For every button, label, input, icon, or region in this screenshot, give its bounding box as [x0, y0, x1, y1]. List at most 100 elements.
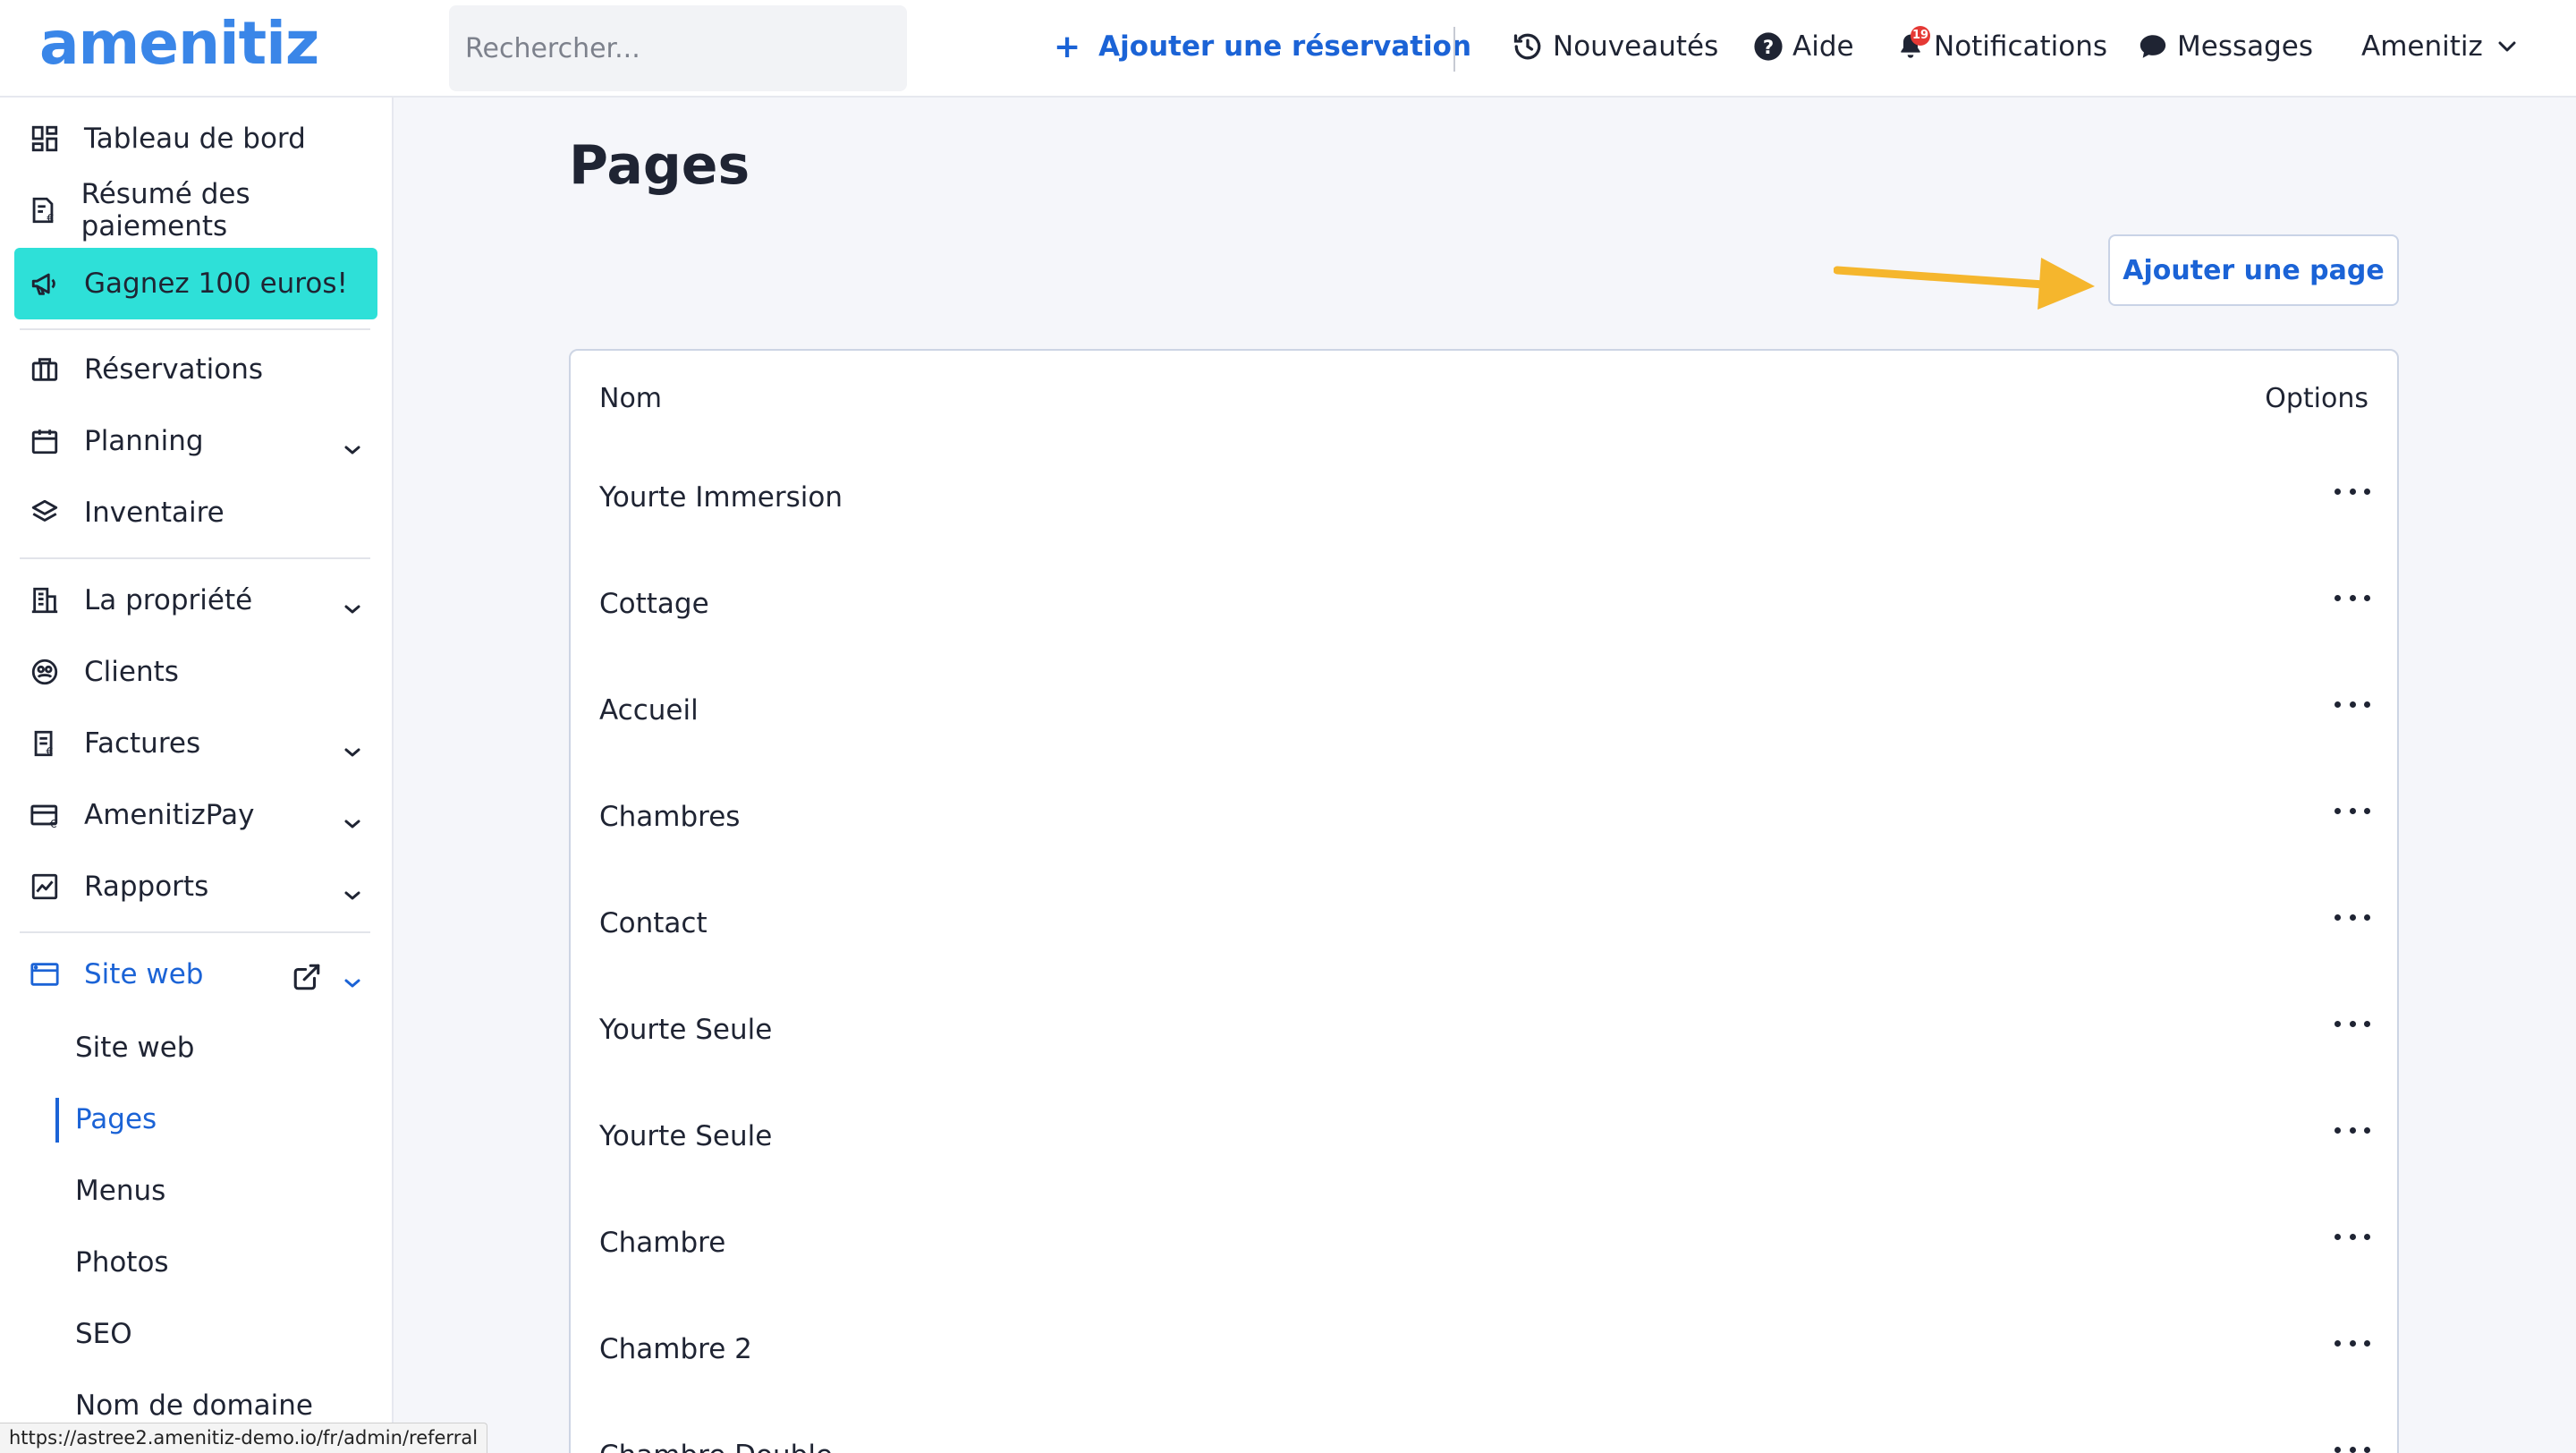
table-row[interactable]: Chambres [571, 769, 2397, 875]
svg-text:€: € [46, 745, 53, 759]
page-name: Chambre 2 [599, 1333, 752, 1365]
messages-link[interactable]: Messages [2138, 0, 2313, 93]
header-divider [1453, 27, 1455, 72]
svg-text:€: € [47, 212, 55, 225]
bell-icon: 19 [1896, 26, 1930, 62]
chevron-down-icon [343, 876, 361, 908]
sidebar-item-inventory[interactable]: Inventaire [14, 477, 377, 548]
active-indicator [55, 1098, 59, 1143]
layers-icon [27, 495, 63, 531]
more-options-icon[interactable] [2334, 1223, 2370, 1250]
history-icon [1512, 30, 1544, 63]
browser-icon [27, 956, 63, 992]
sidebar-item-reservations[interactable]: Réservations [14, 334, 377, 405]
amenitiz-logo[interactable]: amenitiz [39, 9, 319, 78]
more-options-icon[interactable] [2334, 797, 2370, 824]
sidebar-item-label: Clients [84, 656, 179, 688]
top-header: amenitiz + Ajouter une réservation Nouve… [0, 0, 2576, 98]
sidebar-item-label: Tableau de bord [84, 123, 306, 155]
add-reservation-label: Ajouter une réservation [1098, 30, 1472, 63]
help-icon: ? [1753, 31, 1784, 62]
sidebar-item-label: Planning [84, 425, 204, 457]
sidebar-item-invoices[interactable]: € Factures [14, 708, 377, 779]
table-row[interactable]: Chambre 2 [571, 1301, 2397, 1407]
aide-link[interactable]: ? Aide [1753, 0, 1854, 93]
page-name: Contact [599, 907, 708, 939]
sidebar-item-planning[interactable]: Planning [14, 405, 377, 477]
page-name: Cottage [599, 588, 709, 620]
more-options-icon[interactable] [2334, 1117, 2370, 1143]
sub-item-seo[interactable]: SEO [75, 1303, 132, 1365]
sidebar-item-referral-promo[interactable]: Gagnez 100 euros! [14, 248, 377, 319]
annotation-arrow [1834, 258, 2095, 310]
external-link-icon[interactable] [292, 962, 322, 996]
notifications-label: Notifications [1934, 30, 2108, 63]
table-row[interactable]: Chambre Double [571, 1407, 2397, 1453]
table-row[interactable]: Chambre [571, 1194, 2397, 1301]
table-row[interactable]: Contact [571, 875, 2397, 981]
column-header-options: Options [2265, 383, 2368, 414]
sidebar-item-label: Inventaire [84, 497, 225, 529]
page-name: Chambre [599, 1227, 726, 1259]
more-options-icon[interactable] [2334, 691, 2370, 718]
account-menu[interactable]: Amenitiz [2361, 0, 2517, 93]
add-page-button[interactable]: Ajouter une page [2108, 234, 2399, 306]
payment-summary-icon: € [27, 192, 60, 228]
table-row[interactable]: Yourte Immersion [571, 449, 2397, 556]
page-name: Accueil [599, 694, 699, 726]
sidebar-item-amenitizpay[interactable]: € AmenitizPay [14, 779, 377, 851]
invoice-icon: € [27, 726, 63, 761]
sidebar-item-website[interactable]: Site web [14, 939, 377, 1010]
add-reservation-link[interactable]: + Ajouter une réservation [1054, 0, 1471, 93]
sub-item-website[interactable]: Site web [75, 1016, 194, 1079]
more-options-icon[interactable] [2334, 478, 2370, 505]
chat-bubble-icon [2138, 31, 2168, 62]
chart-icon [27, 869, 63, 905]
sidebar-item-label: Rapports [84, 871, 209, 903]
sidebar-item-label: Réservations [84, 353, 264, 386]
sub-item-photos[interactable]: Photos [75, 1231, 169, 1294]
more-options-icon[interactable] [2334, 1436, 2370, 1453]
page-name: Chambres [599, 801, 741, 833]
sidebar-item-reports[interactable]: Rapports [14, 851, 377, 922]
search-input[interactable] [449, 5, 907, 91]
sub-item-menus[interactable]: Menus [75, 1160, 165, 1222]
table-row[interactable]: Cottage [571, 556, 2397, 662]
sub-item-pages[interactable]: Pages [75, 1088, 157, 1151]
column-header-name: Nom [599, 383, 663, 414]
megaphone-icon [27, 266, 63, 302]
table-row[interactable]: Accueil [571, 662, 2397, 769]
account-label: Amenitiz [2361, 30, 2483, 63]
chevron-down-icon [343, 590, 361, 622]
sidebar-item-dashboard[interactable]: Tableau de bord [14, 103, 377, 174]
sidebar-item-label: Résumé des paiements [80, 178, 250, 242]
sidebar: Tableau de bord € Résumé des paiements G… [0, 98, 394, 1453]
notification-badge: 19 [1911, 26, 1930, 46]
table-row[interactable]: Yourte Seule [571, 1088, 2397, 1194]
dashboard-icon [27, 121, 63, 157]
page-name: Yourte Seule [599, 1120, 773, 1152]
sidebar-item-property[interactable]: La propriété [14, 565, 377, 636]
chevron-down-icon [343, 804, 361, 837]
page-name: Chambre Double [599, 1440, 833, 1453]
sidebar-item-payment-summary[interactable]: € Résumé des paiements [14, 174, 377, 246]
svg-text:€: € [50, 818, 57, 830]
status-bar-url: https://astree2.amenitiz-demo.io/fr/admi… [0, 1423, 488, 1453]
card-icon: € [27, 797, 63, 833]
nouveautes-link[interactable]: Nouveautés [1512, 0, 1718, 93]
building-icon [27, 582, 63, 618]
svg-text:?: ? [1763, 37, 1774, 59]
more-options-icon[interactable] [2334, 1330, 2370, 1356]
more-options-icon[interactable] [2334, 584, 2370, 611]
messages-label: Messages [2177, 30, 2314, 63]
page-name: Yourte Immersion [599, 481, 843, 514]
notifications-link[interactable]: 19 Notifications [1896, 0, 2107, 93]
table-row[interactable]: Yourte Seule [571, 981, 2397, 1088]
pages-table: Nom Options Yourte Immersion Cottage Acc… [569, 349, 2399, 1453]
more-options-icon[interactable] [2334, 904, 2370, 930]
sidebar-item-clients[interactable]: Clients [14, 636, 377, 708]
sidebar-item-label: Site web [84, 958, 204, 990]
page-title: Pages [569, 134, 750, 197]
more-options-icon[interactable] [2334, 1010, 2370, 1037]
chevron-down-icon [343, 733, 361, 765]
